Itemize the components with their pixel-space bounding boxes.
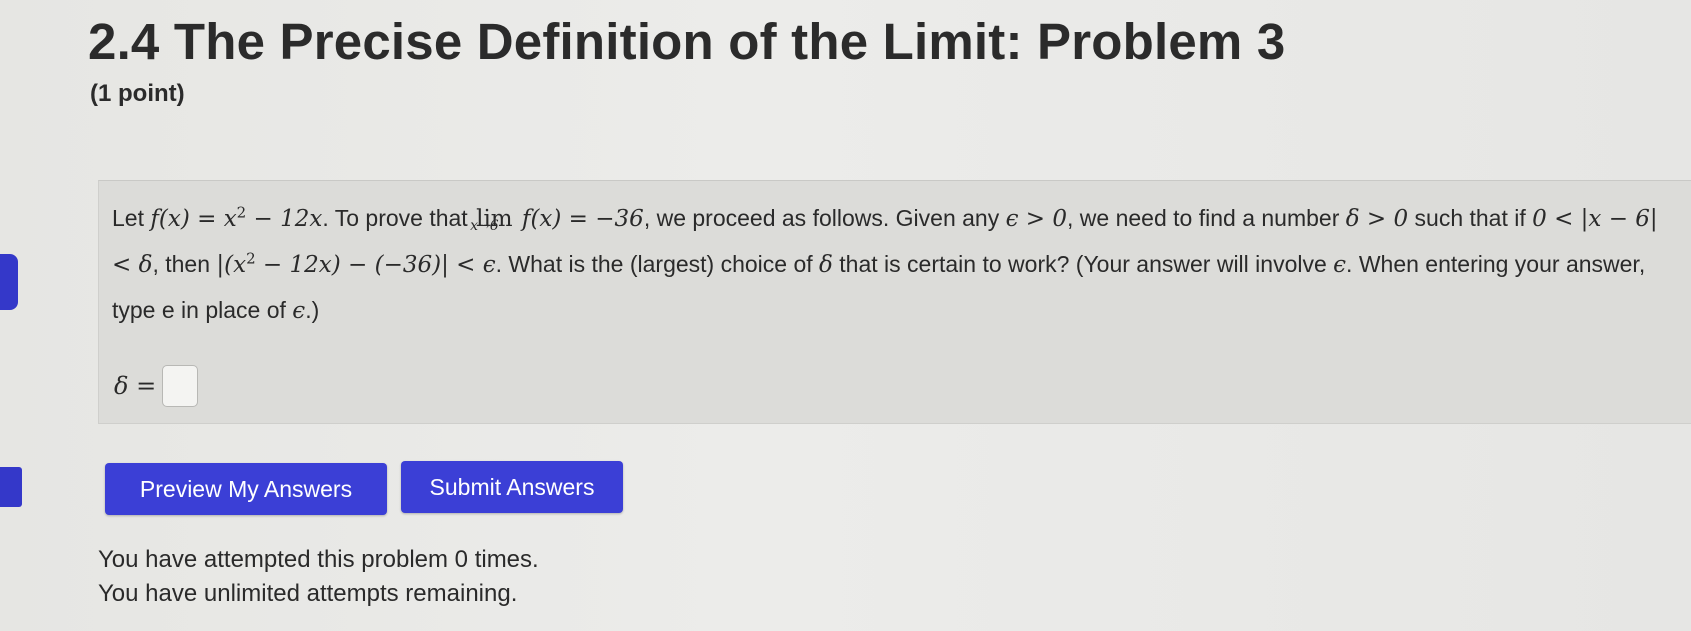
side-tab-marker[interactable] (0, 254, 18, 310)
attempts-status: You have attempted this problem 0 times. (98, 546, 539, 573)
math-epsilon: ϵ (292, 298, 306, 324)
problem-text-segment: such that if (1408, 205, 1533, 231)
math-epsilon: ϵ (1333, 252, 1347, 278)
limit-subscript: x→6 (470, 218, 499, 234)
problem-text-segment: .) (305, 297, 320, 323)
submit-answers-button[interactable]: Submit Answers (401, 461, 623, 513)
problem-text-segment: . To prove that (322, 205, 475, 231)
problem-points: (1 point) (90, 80, 185, 107)
math-function: f(x) = x2 − 12x (150, 203, 323, 232)
page: 2.4 The Precise Definition of the Limit:… (0, 0, 1691, 631)
problem-text-segment: , then (152, 251, 217, 277)
math-limit: lim x→6 (470, 206, 513, 234)
math-limit-value: f(x) = −36 (514, 206, 644, 232)
math-inequality: |(x2 − 12x) − (−36)| < ϵ (216, 249, 496, 278)
answer-input[interactable] (162, 365, 199, 407)
problem-text-segment: , we need to find a number (1067, 205, 1346, 231)
math-delta: δ > 0 (1345, 206, 1409, 232)
preview-answers-button[interactable]: Preview My Answers (105, 463, 387, 515)
problem-text-segment: that is certain to work? (Your answer wi… (832, 251, 1334, 277)
problem-text-segment: . What is the (largest) choice of (495, 251, 820, 277)
math-epsilon: ϵ > 0 (1005, 206, 1068, 232)
remaining-attempts-status: You have unlimited attempts remaining. (98, 580, 518, 607)
problem-text-segment: Let (112, 205, 151, 231)
side-tab-marker[interactable] (0, 467, 22, 507)
answer-row: δ = (114, 365, 199, 407)
problem-statement: Let f(x) = x2 − 12x. To prove that lim x→… (112, 196, 1672, 334)
page-title: 2.4 The Precise Definition of the Limit:… (88, 13, 1286, 70)
problem-text-segment: , we proceed as follows. Given any (643, 205, 1006, 231)
answer-label: δ = (114, 372, 157, 400)
math-delta: δ (819, 252, 833, 278)
